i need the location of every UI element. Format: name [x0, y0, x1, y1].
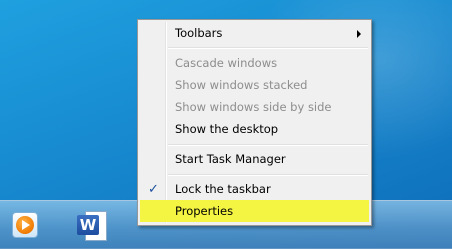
menu-separator	[168, 174, 368, 176]
menu-item-start-task-manager[interactable]: Start Task Manager	[140, 149, 369, 170]
menu-item-label: Show windows side by side	[175, 100, 332, 114]
checkmark-icon: ✓	[148, 182, 159, 197]
menu-item-cascade-windows[interactable]: Cascade windows	[140, 53, 369, 74]
menu-separator	[168, 144, 368, 146]
taskbar-button-media-player[interactable]	[8, 205, 48, 245]
menu-item-label: Lock the taskbar	[175, 182, 271, 196]
menu-item-label: Toolbars	[175, 26, 223, 40]
menu-item-show-windows-side-by-side[interactable]: Show windows side by side	[140, 97, 369, 118]
menu-item-show-the-desktop[interactable]: Show the desktop	[140, 119, 369, 140]
word-icon: W	[77, 210, 107, 241]
menu-item-show-windows-stacked[interactable]: Show windows stacked	[140, 75, 369, 96]
menu-item-label: Cascade windows	[175, 56, 278, 70]
taskbar-button-word[interactable]: W	[74, 205, 114, 245]
menu-item-label: Show the desktop	[175, 122, 279, 136]
menu-item-label: Show windows stacked	[175, 78, 308, 92]
menu-item-label: Properties	[175, 204, 234, 218]
submenu-arrow-icon	[357, 30, 361, 38]
menu-item-properties[interactable]: Properties	[140, 200, 369, 222]
menu-item-label: Start Task Manager	[175, 152, 286, 166]
menu-item-toolbars[interactable]: Toolbars	[140, 23, 369, 44]
media-player-icon	[12, 212, 38, 238]
taskbar-context-menu: Toolbars Cascade windows Show windows st…	[137, 19, 372, 226]
menu-separator	[168, 47, 368, 49]
menu-item-lock-the-taskbar[interactable]: ✓ Lock the taskbar	[140, 179, 369, 200]
